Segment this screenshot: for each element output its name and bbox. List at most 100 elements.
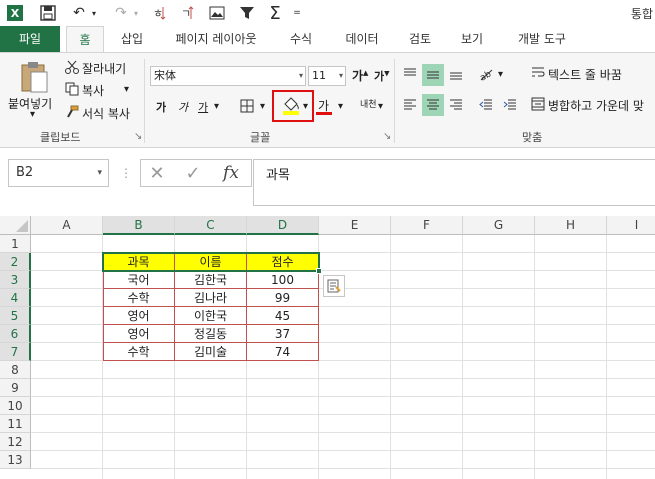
sort-desc-icon[interactable]: ㄱ [176, 3, 198, 23]
selection-range [102, 252, 320, 272]
insert-function-icon[interactable]: fx [217, 162, 245, 184]
underline-dropdown-icon[interactable]: ▾ [214, 101, 219, 112]
row-header[interactable]: 8 [0, 361, 31, 379]
customize-qat-icon[interactable]: = [290, 3, 304, 23]
phonetic-button[interactable]: 내천 [360, 97, 377, 110]
align-middle-icon[interactable] [422, 64, 444, 86]
shrink-font-button[interactable]: 가▼ [374, 68, 390, 84]
row-header[interactable]: 5 [0, 307, 31, 325]
worksheet-grid: A B C D E F G H I 1 2 3 4 5 6 7 8 9 10 11 12 13 과목 이름 점수 국어 김한국 100… [0, 216, 655, 479]
row-header[interactable]: 10 [0, 397, 31, 415]
borders-icon[interactable] [238, 97, 256, 115]
row-header[interactable]: 6 [0, 325, 31, 343]
column-header[interactable]: F [391, 216, 463, 235]
format-painter-icon[interactable] [64, 104, 80, 120]
undo-icon[interactable]: ↶ [68, 3, 90, 23]
formula-bar-splitter[interactable]: ⋮ [120, 166, 132, 180]
row-header[interactable]: 13 [0, 451, 31, 469]
name-box[interactable]: B2 ▾ [8, 159, 109, 187]
redo-icon[interactable]: ↷ [110, 3, 132, 23]
copy-dropdown-icon[interactable]: ▾ [124, 84, 129, 95]
quick-analysis-icon[interactable] [323, 275, 345, 297]
tab-view[interactable]: 보기 [450, 26, 494, 52]
fill-handle[interactable] [316, 268, 322, 274]
grow-font-button[interactable]: 가▲ [352, 67, 368, 84]
row-header[interactable]: 1 [0, 235, 31, 253]
row-header[interactable]: 9 [0, 379, 31, 397]
increase-indent-icon[interactable] [500, 95, 520, 115]
borders-dropdown-icon[interactable]: ▾ [260, 101, 265, 112]
align-top-icon[interactable] [400, 64, 420, 84]
autosum-icon[interactable]: Σ [264, 3, 286, 24]
column-header[interactable]: G [463, 216, 535, 235]
redo-dropdown-icon[interactable]: ▾ [131, 3, 141, 23]
align-bottom-icon[interactable] [446, 64, 466, 84]
phonetic-dropdown-icon[interactable]: ▾ [378, 101, 383, 112]
font-group-label: 글꼴 [250, 131, 271, 144]
save-icon[interactable] [38, 3, 58, 23]
italic-button[interactable]: 가 [178, 99, 188, 115]
align-center-icon[interactable] [422, 94, 444, 116]
font-color-dropdown-icon[interactable]: ▾ [338, 101, 343, 112]
row-header[interactable]: 2 [0, 253, 31, 271]
row-header[interactable]: 3 [0, 271, 31, 289]
row-header[interactable]: 12 [0, 433, 31, 451]
format-painter-button[interactable]: 서식 복사 [82, 105, 130, 122]
row-header[interactable]: 7 [0, 343, 31, 361]
tab-data[interactable]: 데이터 [334, 26, 390, 52]
filter-icon[interactable] [236, 3, 258, 23]
undo-dropdown-icon[interactable]: ▾ [89, 3, 99, 23]
column-header[interactable]: I [607, 216, 655, 235]
select-all-corner[interactable] [0, 216, 31, 235]
column-header[interactable]: C [175, 216, 247, 235]
decrease-indent-icon[interactable] [476, 95, 496, 115]
wrap-text-button[interactable]: 텍스트 줄 바꿈 [548, 66, 622, 83]
tab-insert[interactable]: 삽입 [110, 26, 154, 52]
merge-center-icon[interactable] [530, 96, 546, 112]
underline-button[interactable]: 가 [198, 99, 208, 115]
paste-dropdown-icon[interactable]: ▾ [30, 109, 35, 120]
sort-asc-icon[interactable]: ㅎ [148, 3, 170, 23]
column-header[interactable]: E [319, 216, 391, 235]
tab-review[interactable]: 검토 [398, 26, 442, 52]
tab-developer[interactable]: 개발 도구 [504, 26, 580, 52]
align-right-icon[interactable] [446, 95, 466, 115]
copy-icon[interactable] [64, 81, 80, 97]
formula-input[interactable]: 과목 [253, 159, 655, 206]
window-title: 통합 [630, 7, 653, 21]
tab-home[interactable]: 홈 [66, 26, 104, 52]
column-header[interactable]: A [31, 216, 103, 235]
wrap-text-icon[interactable] [530, 65, 546, 81]
orientation-icon[interactable]: ab [476, 64, 496, 84]
column-header[interactable]: H [535, 216, 607, 235]
column-header[interactable]: B [103, 216, 175, 235]
align-left-icon[interactable] [400, 95, 420, 115]
row-header[interactable]: 11 [0, 415, 31, 433]
tab-file[interactable]: 파일 [0, 26, 60, 52]
cut-button[interactable]: 잘라내기 [82, 60, 126, 77]
paste-icon[interactable] [18, 59, 50, 93]
enter-icon[interactable]: ✓ [181, 163, 205, 184]
bold-button[interactable]: 가 [156, 99, 166, 115]
merge-center-button[interactable]: 병합하고 가운데 맞 [548, 97, 644, 114]
font-name-select[interactable]: 宋体 ▾ [150, 66, 306, 86]
tab-formulas[interactable]: 수식 [278, 26, 324, 52]
copy-button[interactable]: 복사 [82, 82, 104, 99]
font-color-swatch [316, 112, 332, 115]
name-box-dropdown-icon[interactable]: ▾ [97, 160, 102, 186]
cut-icon[interactable] [64, 59, 80, 75]
clipboard-launcher-icon[interactable]: ↘ [134, 131, 142, 142]
tab-page-layout[interactable]: 페이지 레이아웃 [164, 26, 268, 52]
font-size-select[interactable]: 11 ▾ [308, 66, 346, 86]
row-header[interactable]: 4 [0, 289, 31, 307]
formula-buttons: ✕ ✓ fx [140, 159, 252, 187]
column-header[interactable]: D [247, 216, 319, 235]
orientation-dropdown-icon[interactable]: ▾ [498, 69, 503, 80]
clipboard-group-label: 클립보드 [40, 131, 81, 144]
ribbon-home: 붙여넣기 ▾ 잘라내기 복사 ▾ 서식 복사 클립보드 ↘ 宋体 ▾ 11 ▾ 가▲… [0, 52, 655, 148]
image-icon[interactable] [206, 3, 228, 23]
alignment-group-label: 맞춤 [522, 131, 543, 144]
quick-access-toolbar: X ↶ ▾ ↷ ▾ ㅎ ㄱ Σ = 통합 [0, 0, 655, 26]
cancel-icon[interactable]: ✕ [145, 163, 169, 184]
font-launcher-icon[interactable]: ↘ [383, 131, 391, 142]
